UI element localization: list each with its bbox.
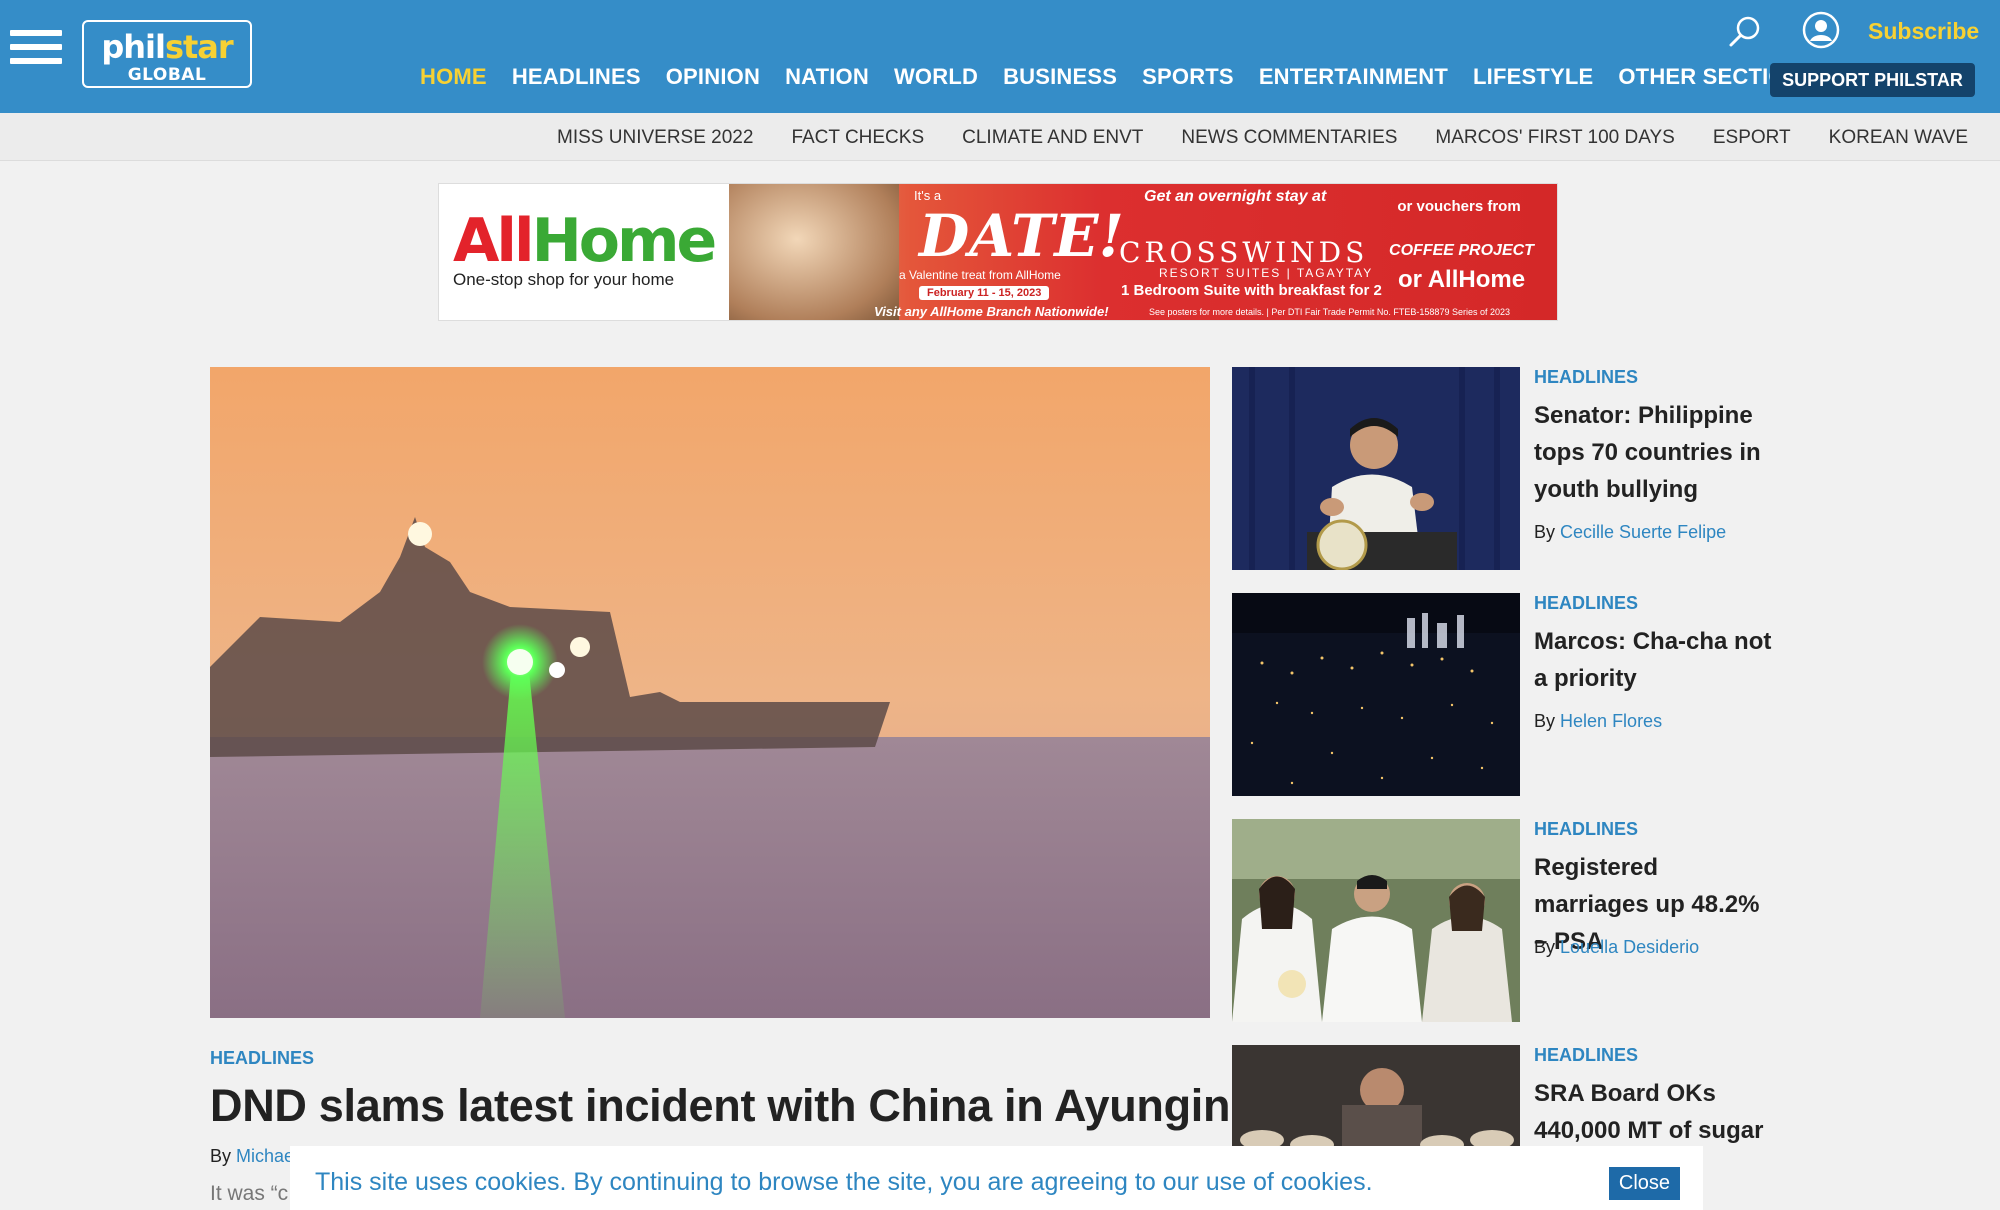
nav-opinion[interactable]: OPINION bbox=[666, 64, 760, 90]
support-philstar-button[interactable]: SUPPORT PHILSTAR bbox=[1770, 63, 1975, 97]
subscribe-link[interactable]: Subscribe bbox=[1868, 18, 1979, 45]
side-story-thumbnail[interactable] bbox=[1232, 819, 1520, 1022]
main-story-byline: By Michae bbox=[210, 1146, 294, 1167]
logo-global: GLOBAL bbox=[127, 65, 207, 85]
side-story-category[interactable]: HEADLINES bbox=[1534, 367, 1638, 388]
main-story-excerpt: It was “c bbox=[210, 1182, 289, 1205]
side-story-title[interactable]: SRA Board OKs 440,000 MT of sugar bbox=[1534, 1075, 1779, 1149]
philstar-logo[interactable]: philstar GLOBAL bbox=[82, 20, 252, 88]
side-story-thumbnail[interactable] bbox=[1232, 367, 1520, 570]
nav-entertainment[interactable]: ENTERTAINMENT bbox=[1259, 64, 1448, 90]
city-night-photo bbox=[1232, 593, 1520, 796]
side-story-title[interactable]: Senator: Philippine tops 70 countries in… bbox=[1534, 397, 1779, 508]
side-story-category[interactable]: HEADLINES bbox=[1534, 819, 1638, 840]
search-icon[interactable] bbox=[1727, 14, 1763, 50]
side-story-author[interactable]: Louella Desiderio bbox=[1560, 937, 1699, 957]
subnav-climate[interactable]: CLIMATE AND ENVT bbox=[962, 127, 1143, 149]
byline-prefix: By bbox=[1534, 522, 1556, 542]
nav-lifestyle[interactable]: LIFESTYLE bbox=[1473, 64, 1593, 90]
side-story-byline: By Louella Desiderio bbox=[1534, 937, 1699, 958]
subnav-marcos-100-days[interactable]: MARCOS' FIRST 100 DAYS bbox=[1435, 127, 1674, 149]
ad-brand-panel: AllHome One-stop shop for your home bbox=[439, 184, 729, 320]
side-story: HEADLINES Registered marriages up 48.2% … bbox=[1232, 819, 1782, 1024]
subnav-fact-checks[interactable]: FACT CHECKS bbox=[791, 127, 924, 149]
subnav-esport[interactable]: ESPORT bbox=[1713, 127, 1791, 149]
main-story-category[interactable]: HEADLINES bbox=[210, 1048, 314, 1069]
byline-prefix: By bbox=[1534, 711, 1556, 731]
ad-photo bbox=[729, 184, 899, 320]
side-story-category[interactable]: HEADLINES bbox=[1534, 1045, 1638, 1066]
user-icon[interactable] bbox=[1802, 11, 1840, 49]
side-story-byline: By Helen Flores bbox=[1534, 711, 1662, 732]
subnav-korean-wave[interactable]: KOREAN WAVE bbox=[1829, 127, 1968, 149]
ad-tagline: One-stop shop for your home bbox=[453, 270, 675, 289]
ship-laser-photo bbox=[210, 367, 1210, 1018]
main-story-author[interactable]: Michae bbox=[236, 1146, 294, 1166]
side-story-author[interactable]: Cecille Suerte Felipe bbox=[1560, 522, 1726, 542]
ad-overnight-text: Get an overnight stay at bbox=[1144, 188, 1327, 205]
subnav-news-commentaries[interactable]: NEWS COMMENTARIES bbox=[1181, 127, 1397, 149]
nav-nation[interactable]: NATION bbox=[785, 64, 869, 90]
nav-world[interactable]: WORLD bbox=[894, 64, 978, 90]
main-story-title[interactable]: DND slams latest incident with China in … bbox=[210, 1080, 1230, 1132]
nav-home[interactable]: HOME bbox=[420, 64, 487, 90]
side-story: HEADLINES Marcos: Cha-cha not a priority… bbox=[1232, 593, 1782, 798]
side-story-category[interactable]: HEADLINES bbox=[1534, 593, 1638, 614]
cookie-consent-bar: This site uses cookies. By continuing to… bbox=[290, 1146, 1703, 1210]
ad-date-heading: DATE! bbox=[919, 202, 1124, 270]
ad-coffee-project: COFFEE PROJECT bbox=[1389, 242, 1534, 259]
ad-promo-panel: It's a DATE! a Valentine treat from AllH… bbox=[729, 184, 1557, 320]
ad-fine-print: See posters for more details. | Per DTI … bbox=[1149, 307, 1510, 317]
ad-allhome-logo: AllHome bbox=[453, 206, 717, 276]
cookie-close-button[interactable]: Close bbox=[1609, 1167, 1680, 1200]
wedding-photo bbox=[1232, 819, 1520, 1022]
logo-wordmark: philstar bbox=[101, 28, 233, 66]
ad-dates-badge: February 11 - 15, 2023 bbox=[919, 286, 1050, 300]
side-story-thumbnail[interactable] bbox=[1232, 593, 1520, 796]
byline-prefix: By bbox=[1534, 937, 1556, 957]
ad-visit-text: Visit any AllHome Branch Nationwide! bbox=[874, 304, 1109, 319]
ad-suite-text: 1 Bedroom Suite with breakfast for 2 bbox=[1121, 282, 1382, 299]
subnav-miss-universe[interactable]: MISS UNIVERSE 2022 bbox=[557, 127, 753, 149]
nav-sports[interactable]: SPORTS bbox=[1142, 64, 1234, 90]
main-story-image[interactable] bbox=[210, 367, 1210, 1018]
ad-banner[interactable]: AllHome One-stop shop for your home It's… bbox=[438, 183, 1558, 321]
ad-vouchers-text: or vouchers from bbox=[1397, 198, 1521, 215]
side-story-byline: By Cecille Suerte Felipe bbox=[1534, 522, 1726, 543]
site-header: philstar GLOBAL Subscribe HOME HEADLINES… bbox=[0, 0, 2000, 113]
side-story: HEADLINES Senator: Philippine tops 70 co… bbox=[1232, 367, 1782, 572]
menu-icon[interactable] bbox=[10, 30, 62, 70]
ad-valentine-text: a Valentine treat from AllHome bbox=[899, 268, 1061, 282]
main-nav: HOME HEADLINES OPINION NATION WORLD BUSI… bbox=[420, 64, 1842, 90]
ad-resort-text: RESORT SUITES | TAGAYTAY bbox=[1159, 266, 1374, 280]
nav-business[interactable]: BUSINESS bbox=[1003, 64, 1117, 90]
byline-prefix: By bbox=[210, 1146, 232, 1166]
ad-crosswinds: CROSSWINDS bbox=[1119, 236, 1369, 269]
ad-its-a: It's a bbox=[914, 188, 942, 203]
ad-or-allhome: or AllHome bbox=[1397, 266, 1526, 293]
side-story-title[interactable]: Marcos: Cha-cha not a priority bbox=[1534, 623, 1779, 697]
secondary-nav: MISS UNIVERSE 2022 FACT CHECKS CLIMATE A… bbox=[0, 113, 2000, 161]
side-story-author[interactable]: Helen Flores bbox=[1560, 711, 1662, 731]
cookie-message: This site uses cookies. By continuing to… bbox=[315, 1168, 1373, 1196]
nav-headlines[interactable]: HEADLINES bbox=[512, 64, 641, 90]
senator-photo bbox=[1232, 367, 1520, 570]
